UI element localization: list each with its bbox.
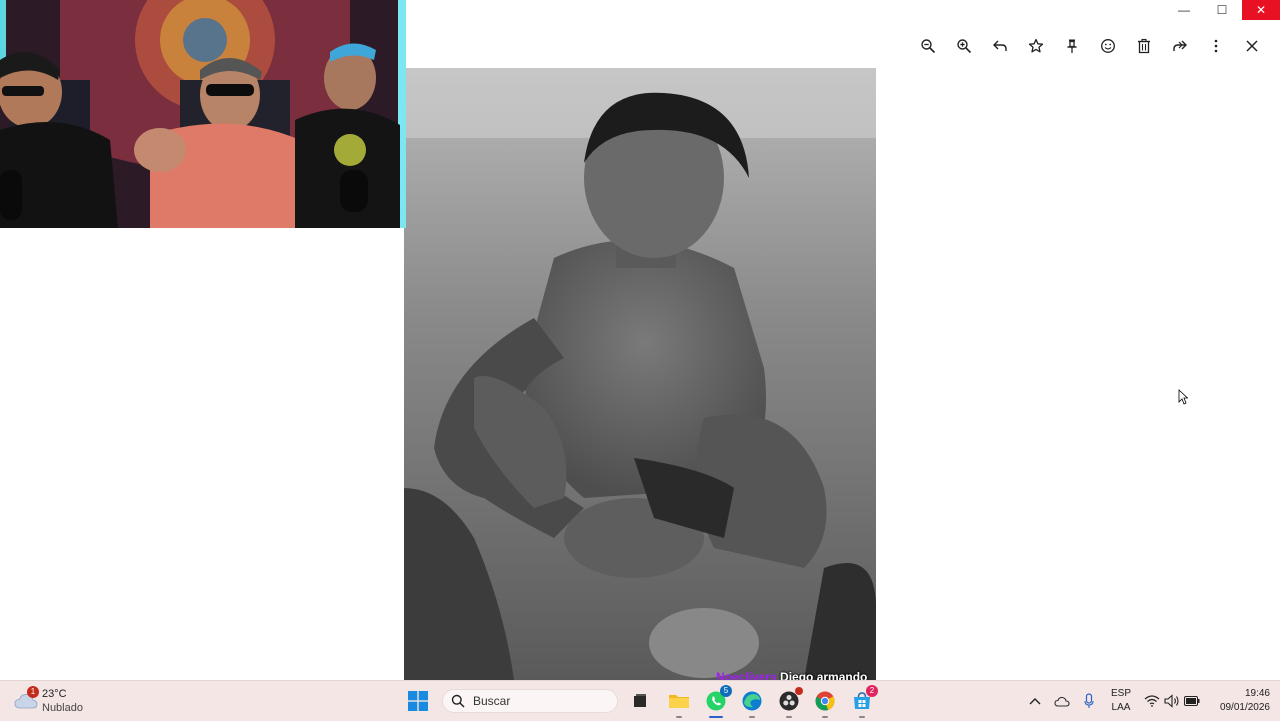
language-code: ESP (1110, 688, 1131, 699)
weather-alert-badge: 1 (27, 686, 39, 698)
input-language-indicator[interactable]: ESP LAA (1106, 687, 1136, 715)
microsoft-store-icon[interactable]: 2 (848, 685, 878, 718)
viewer-toolbar (910, 34, 1270, 58)
weather-temperature: 23°C (42, 688, 67, 700)
emoji-icon[interactable] (1090, 34, 1126, 58)
obs-studio-icon[interactable] (775, 687, 803, 718)
task-view-icon[interactable] (626, 687, 654, 715)
speaker-volume-icon[interactable] (1162, 687, 1182, 715)
webcam-overlay (0, 0, 406, 228)
taskbar-search[interactable]: Buscar (442, 689, 618, 713)
zoom-in-icon[interactable] (946, 34, 982, 58)
image-viewer: — ☐ ✕ Noeclivers Diego armando (0, 0, 1280, 684)
battery-charging-icon[interactable] (1182, 687, 1202, 715)
weather-condition: Nublado (42, 702, 83, 714)
star-icon[interactable] (1018, 34, 1054, 58)
file-explorer-icon[interactable] (665, 687, 693, 718)
maximize-button[interactable]: ☐ (1206, 0, 1238, 20)
start-button[interactable] (404, 687, 432, 715)
window-close-button[interactable]: ✕ (1242, 0, 1280, 20)
keyboard-layout: LAA (1111, 702, 1131, 713)
windows-logo-icon (408, 691, 428, 711)
clock-date: 09/01/2026 (1219, 702, 1270, 713)
search-placeholder: Buscar (473, 694, 511, 708)
show-hidden-icons-chevron-up-icon[interactable] (1026, 687, 1044, 715)
onedrive-cloud-icon[interactable] (1052, 687, 1072, 715)
microphone-icon[interactable] (1080, 687, 1098, 715)
forward-icon[interactable] (1162, 34, 1198, 58)
wifi-icon[interactable] (1142, 687, 1162, 715)
store-badge: 2 (866, 685, 878, 697)
displayed-photo (404, 68, 876, 680)
whatsapp-icon[interactable]: 5 (702, 685, 732, 718)
close-icon[interactable] (1234, 34, 1270, 58)
zoom-out-icon[interactable] (910, 34, 946, 58)
mouse-cursor-icon (1178, 389, 1189, 410)
pin-icon[interactable] (1054, 34, 1090, 58)
minimize-button[interactable]: — (1168, 0, 1200, 20)
more-icon[interactable] (1198, 34, 1234, 58)
taskbar-clock[interactable]: 19:46 09/01/2026 (1204, 687, 1270, 715)
weather-widget[interactable]: 1 23°C Nublado (14, 686, 114, 716)
edge-browser-icon[interactable] (738, 687, 766, 718)
reply-icon[interactable] (982, 34, 1018, 58)
recording-indicator-icon (795, 687, 803, 695)
whatsapp-badge: 5 (720, 685, 732, 697)
chrome-browser-icon[interactable] (811, 687, 839, 718)
taskbar: 1 23°C Nublado Buscar 5 2 ESP LAA 19:46 … (0, 680, 1280, 721)
search-icon (451, 694, 465, 708)
clock-time: 19:46 (1244, 688, 1270, 699)
trash-icon[interactable] (1126, 34, 1162, 58)
